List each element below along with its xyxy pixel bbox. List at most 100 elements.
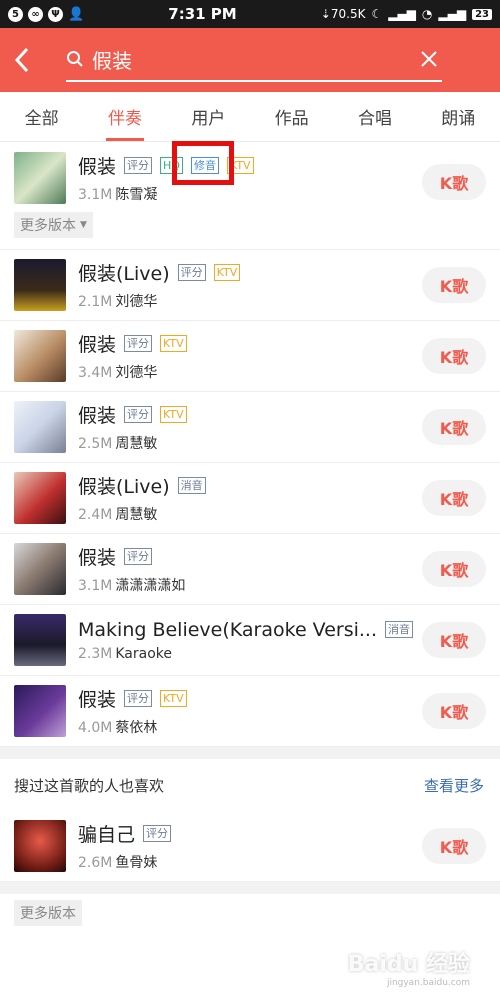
status-icons-left: 5 ∞ Ψ 👤	[8, 6, 85, 22]
tag-score: 评分	[143, 825, 172, 842]
album-cover	[14, 685, 66, 737]
tag-ktv: KTV	[213, 264, 241, 281]
tab-accompaniment[interactable]: 伴奏	[83, 92, 166, 141]
search-header: 假装	[0, 28, 500, 92]
artist-name: 刘德华	[115, 365, 158, 381]
sing-button[interactable]: K歌	[422, 267, 486, 303]
list-item[interactable]: 假装 评分 HQ 修音 KTV 3.1M 陈雪凝 K歌 更多版本 ▼	[0, 142, 500, 250]
sing-button[interactable]: K歌	[422, 164, 486, 200]
song-title: 假装	[78, 547, 117, 569]
list-item[interactable]: 假装 评分 KTV 3.4M 刘德华 K歌	[0, 321, 500, 392]
search-input[interactable]: 假装	[66, 38, 442, 82]
caret-down-icon: ▼	[80, 220, 87, 230]
notification-5-icon: 5	[8, 6, 23, 22]
tag-score: 评分	[124, 157, 153, 174]
back-button[interactable]	[14, 40, 50, 80]
list-item[interactable]: 假装 评分 KTV 2.5M 周慧敏 K歌	[0, 392, 500, 463]
signal-icon: ▂▄▆	[388, 7, 416, 21]
list-item[interactable]: 骗自己 评分 2.6M 鱼骨妹 K歌	[0, 811, 500, 882]
file-size: 2.4M	[78, 507, 113, 523]
song-title: 假装	[78, 156, 117, 178]
more-versions-button[interactable]: 更多版本 ▼	[14, 212, 93, 238]
song-meta: 3.1M 陈雪凝	[78, 184, 422, 204]
list-item[interactable]: Making Believe(Karaoke Versi... 消音 2.3M K…	[0, 605, 500, 676]
watermark: Baidu 经验 jingyan.baidu.com	[347, 952, 470, 988]
tag-ktv: KTV	[160, 690, 187, 707]
album-cover	[14, 330, 66, 382]
song-info: Making Believe(Karaoke Versi... 消音 2.3M K…	[78, 619, 422, 662]
highlight-box	[172, 141, 234, 185]
status-bar: 5 ∞ Ψ 👤 7:31 PM ⇣70.5K ☾ ▂▄▆ ◔ ▂▄▆ 23	[0, 0, 500, 28]
contacts-icon: 👤	[68, 6, 85, 22]
file-size: 4.0M	[78, 720, 113, 736]
song-info: 假装 评分 KTV 4.0M 蔡依林	[78, 685, 422, 737]
tab-users[interactable]: 用户	[167, 92, 250, 141]
tab-recitation[interactable]: 朗诵	[417, 92, 500, 141]
more-versions-button[interactable]: 更多版本	[14, 900, 82, 926]
infinity-icon: ∞	[28, 6, 43, 22]
artist-name: 周慧敏	[115, 507, 158, 523]
tag-vocal-removed: 消音	[385, 621, 413, 638]
album-cover	[14, 614, 66, 666]
song-meta: 2.4M 周慧敏	[78, 504, 422, 524]
artist-name: 潇潇潇潇如	[115, 578, 186, 594]
song-info: 假装(Live) 评分 KTV 2.1M 刘德华	[78, 259, 422, 311]
search-icon	[67, 51, 83, 67]
album-cover	[14, 152, 66, 204]
song-meta: 4.0M 蔡依林	[78, 717, 422, 737]
tag-score: 评分	[124, 335, 153, 352]
file-size: 3.4M	[78, 365, 113, 381]
song-info: 假装 评分 3.1M 潇潇潇潇如	[78, 543, 422, 595]
sing-button[interactable]: K歌	[422, 480, 486, 516]
clock: 7:31 PM	[168, 5, 237, 23]
song-meta: 2.3M Karaoke	[78, 646, 422, 662]
list-item[interactable]: 假装(Live) 评分 KTV 2.1M 刘德华 K歌	[0, 250, 500, 321]
song-info: 假装 评分 HQ 修音 KTV 3.1M 陈雪凝	[78, 152, 422, 204]
more-versions-label: 更多版本	[20, 218, 76, 234]
album-cover	[14, 401, 66, 453]
tab-chorus[interactable]: 合唱	[333, 92, 416, 141]
artist-name: 蔡依林	[115, 720, 158, 736]
artist-name: 鱼骨妹	[115, 855, 158, 871]
tag-score: 评分	[177, 264, 206, 281]
file-size: 2.5M	[78, 436, 113, 452]
moon-icon: ☾	[371, 7, 383, 21]
sing-button[interactable]: K歌	[422, 693, 486, 729]
song-info: 假装(Live) 消音 2.4M 周慧敏	[78, 472, 422, 524]
clear-search-button[interactable]	[416, 46, 442, 72]
category-tabs: 全部 伴奏 用户 作品 合唱 朗诵	[0, 92, 500, 142]
sing-button[interactable]: K歌	[422, 828, 486, 864]
sing-button[interactable]: K歌	[422, 338, 486, 374]
song-title: 假装	[78, 689, 117, 711]
list-item[interactable]: 假装 评分 KTV 4.0M 蔡依林 K歌	[0, 676, 500, 747]
search-query[interactable]: 假装	[92, 45, 416, 74]
sing-button[interactable]: K歌	[422, 622, 486, 658]
song-title: 假装(Live)	[78, 263, 170, 285]
tab-works[interactable]: 作品	[250, 92, 333, 141]
file-size: 2.3M	[78, 645, 113, 662]
sing-button[interactable]: K歌	[422, 409, 486, 445]
song-list: 假装 评分 HQ 修音 KTV 3.1M 陈雪凝 K歌 更多版本 ▼ 假装(Liv…	[0, 142, 500, 747]
list-item[interactable]: 假装(Live) 消音 2.4M 周慧敏 K歌	[0, 463, 500, 534]
song-title: 假装	[78, 405, 117, 427]
song-title: Making Believe(Karaoke Versi...	[78, 618, 377, 641]
tag-score: 评分	[124, 548, 153, 565]
tab-all[interactable]: 全部	[0, 92, 83, 141]
tag-score: 评分	[124, 406, 153, 423]
sing-button[interactable]: K歌	[422, 551, 486, 587]
song-title: 骗自己	[78, 824, 136, 846]
song-meta: 2.1M 刘德华	[78, 291, 422, 311]
section-divider	[0, 747, 500, 759]
view-more-link[interactable]: 查看更多	[424, 775, 484, 796]
section-divider	[0, 882, 500, 894]
album-cover	[14, 820, 66, 872]
file-size: 2.6M	[78, 855, 113, 871]
album-cover	[14, 472, 66, 524]
list-item[interactable]: 假装 评分 3.1M 潇潇潇潇如 K歌	[0, 534, 500, 605]
file-size: 2.1M	[78, 294, 113, 310]
song-meta: 2.5M 周慧敏	[78, 433, 422, 453]
battery-indicator: 23	[472, 8, 492, 20]
tag-score: 评分	[124, 690, 153, 707]
song-info: 假装 评分 KTV 3.4M 刘德华	[78, 330, 422, 382]
tag-ktv: KTV	[160, 406, 187, 423]
